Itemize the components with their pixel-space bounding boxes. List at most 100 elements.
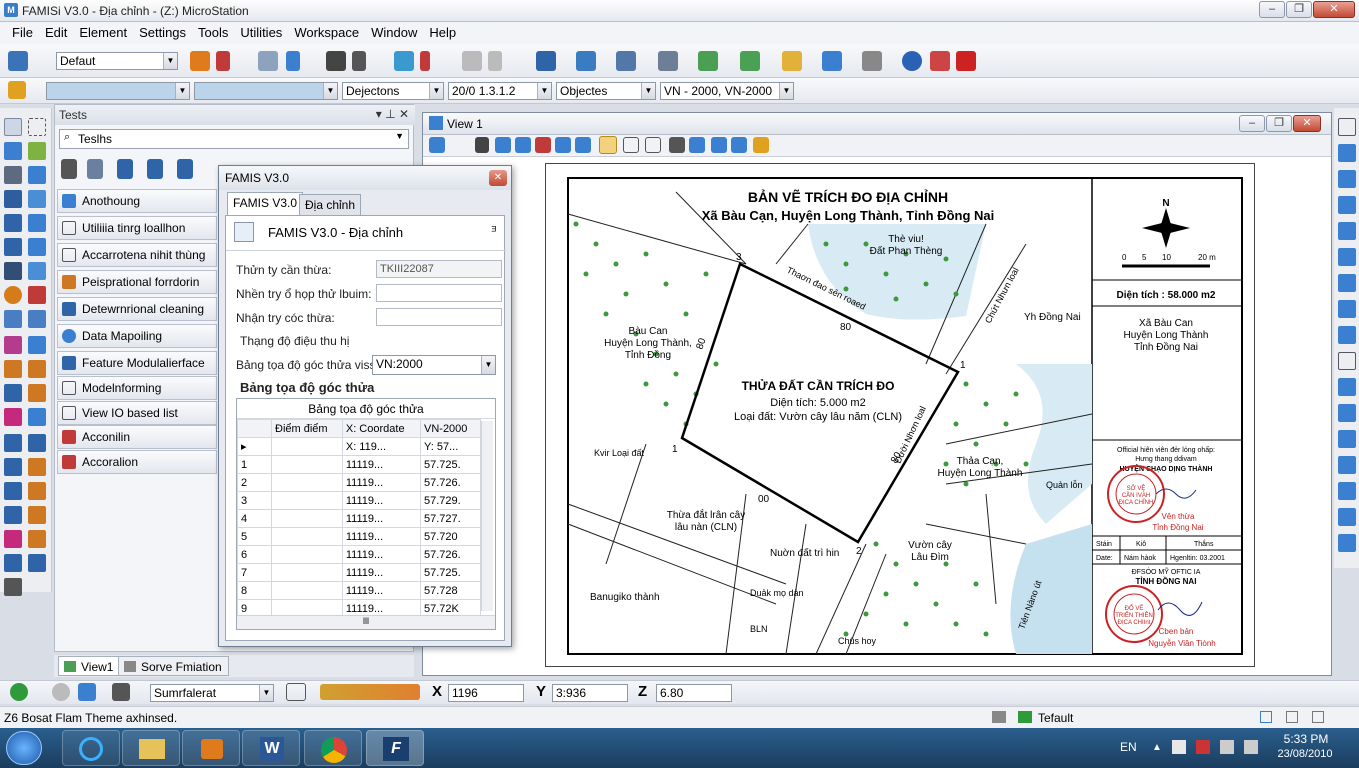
node-icon[interactable]	[4, 408, 22, 426]
save-right-icon[interactable]	[1338, 534, 1356, 552]
zoom-out-icon[interactable]	[515, 137, 531, 153]
view-maximize-button[interactable]: ❐	[1266, 115, 1292, 132]
attach-tool-icon[interactable]	[8, 51, 28, 71]
minimize-button[interactable]: –	[1259, 1, 1285, 18]
model-icon[interactable]	[1338, 196, 1356, 214]
task-item[interactable]: Anothoung	[57, 189, 217, 213]
table-row[interactable]: 7 11119... 57.725.	[237, 563, 481, 582]
table-row[interactable]: 1 11119... 57.725.	[237, 455, 481, 474]
view-grid-icon[interactable]	[1338, 144, 1356, 162]
tab-dia-chinh[interactable]: Địa chỉnh	[299, 194, 362, 215]
tab-sorve[interactable]: Sorve Fmiation	[118, 656, 229, 676]
copy-page-icon[interactable]	[1338, 352, 1356, 370]
lock-icon[interactable]	[8, 81, 26, 99]
paste-icon[interactable]	[462, 51, 482, 71]
table-row[interactable]: 6 11119... 57.726.	[237, 545, 481, 564]
ie-taskbar-button[interactable]	[62, 730, 120, 766]
chrome-taskbar-button[interactable]	[304, 730, 362, 766]
shape-icon[interactable]	[4, 530, 22, 548]
menu-workspace[interactable]: Workspace	[288, 22, 365, 44]
info-icon[interactable]	[902, 51, 922, 71]
globe-icon[interactable]	[4, 286, 22, 304]
export-icon[interactable]	[576, 51, 596, 71]
alert-icon[interactable]	[420, 51, 430, 71]
frame-icon[interactable]	[4, 554, 22, 572]
clock-date[interactable]: 23/08/2010	[1272, 748, 1338, 760]
sheet-icon[interactable]	[1260, 711, 1272, 723]
edit-tool-icon[interactable]	[177, 159, 193, 179]
task-item[interactable]: Detewrnrional cleaning	[57, 297, 217, 321]
delete-icon[interactable]	[28, 286, 46, 304]
constraint-icons[interactable]	[320, 684, 420, 700]
draw-icon[interactable]	[669, 137, 685, 153]
add-icon[interactable]	[10, 683, 28, 701]
pin-tool-icon[interactable]	[87, 159, 103, 179]
print-icon[interactable]	[658, 51, 678, 71]
view-attr-icon[interactable]	[623, 137, 639, 153]
level-display-icon[interactable]	[599, 136, 617, 154]
exit-icon[interactable]	[956, 51, 976, 71]
grid-status-icon[interactable]	[1286, 711, 1298, 723]
weight-combo[interactable]: ▼	[194, 82, 338, 100]
graph-icon[interactable]	[4, 458, 22, 476]
step-icon[interactable]	[4, 482, 22, 500]
pin-right-icon[interactable]	[1338, 482, 1356, 500]
language-indicator[interactable]: EN	[1120, 740, 1137, 754]
tray-arrow-icon[interactable]: ▲	[1152, 742, 1162, 753]
chart-tool-icon[interactable]	[117, 159, 133, 179]
disabled-icon[interactable]	[52, 683, 70, 701]
task-item[interactable]: Accoralion	[57, 450, 217, 474]
graph-tool-icon[interactable]	[147, 159, 163, 179]
task-item[interactable]: Accarrotena nihit thùng	[57, 243, 217, 267]
z-input[interactable]: 6.80	[656, 684, 732, 702]
cell-icon[interactable]	[4, 310, 22, 328]
magnify-minus-icon[interactable]	[731, 137, 747, 153]
menu-file[interactable]: File	[6, 22, 39, 44]
grid-tool-icon[interactable]	[190, 51, 210, 71]
pointer-icon[interactable]	[4, 434, 22, 452]
ref-icon[interactable]	[1338, 222, 1356, 240]
menu-settings[interactable]: Settings	[133, 22, 192, 44]
brush-icon[interactable]	[4, 336, 22, 354]
crs-select[interactable]: VN:2000 ▼	[372, 355, 496, 375]
x-input[interactable]: 1196	[448, 684, 524, 702]
line-icon[interactable]	[4, 190, 22, 208]
camera-icon[interactable]	[28, 554, 46, 572]
level-combo[interactable]: Dejectons ▼	[342, 82, 444, 100]
task-item[interactable]: View IO based list	[57, 401, 217, 425]
table-status-icon[interactable]	[1312, 711, 1324, 723]
menu-utilities[interactable]: Utilities	[234, 22, 288, 44]
object-combo[interactable]: Objectes ▼	[556, 82, 656, 100]
window-area-icon[interactable]	[535, 137, 551, 153]
parcel-icon[interactable]	[28, 408, 46, 426]
link-icon[interactable]	[28, 506, 46, 524]
curve-icon[interactable]	[4, 238, 22, 256]
field-thua-input[interactable]: TKIII22087	[376, 260, 502, 278]
table-row[interactable]: 4 11119... 57.727.	[237, 509, 481, 528]
task-item[interactable]: Peisprational forrdorin	[57, 270, 217, 294]
flow-icon[interactable]	[28, 384, 46, 402]
menu-edit[interactable]: Edit	[39, 22, 73, 44]
tab-famis[interactable]: FAMIS V3.0	[227, 192, 304, 216]
model-combo[interactable]: Defaut ▼	[56, 52, 178, 70]
field-coc-input[interactable]	[376, 308, 502, 326]
back-icon[interactable]	[488, 51, 502, 71]
arrow-right-icon[interactable]	[352, 51, 366, 71]
zoom-status-icon[interactable]	[78, 683, 96, 701]
task-item[interactable]: Modelnforming	[57, 376, 217, 400]
microstation-taskbar-button[interactable]: F	[366, 730, 424, 766]
table-row[interactable]: 2 11119... 57.726.	[237, 473, 481, 492]
render-icon[interactable]	[753, 137, 769, 153]
menu-element[interactable]: Element	[73, 22, 133, 44]
circle-icon[interactable]	[28, 190, 46, 208]
rotate-view-icon[interactable]	[575, 137, 591, 153]
network-tray-icon[interactable]	[1220, 740, 1234, 754]
explorer-taskbar-button[interactable]	[122, 730, 180, 766]
crs-combo[interactable]: VN - 2000, VN-2000 ▼	[660, 82, 794, 100]
tree-icon[interactable]	[4, 360, 22, 378]
table-right-icon[interactable]	[1338, 430, 1356, 448]
media-taskbar-button[interactable]	[182, 730, 240, 766]
fence-icon[interactable]	[28, 118, 46, 136]
cube-icon[interactable]	[740, 51, 760, 71]
zoom-icon[interactable]	[822, 51, 842, 71]
